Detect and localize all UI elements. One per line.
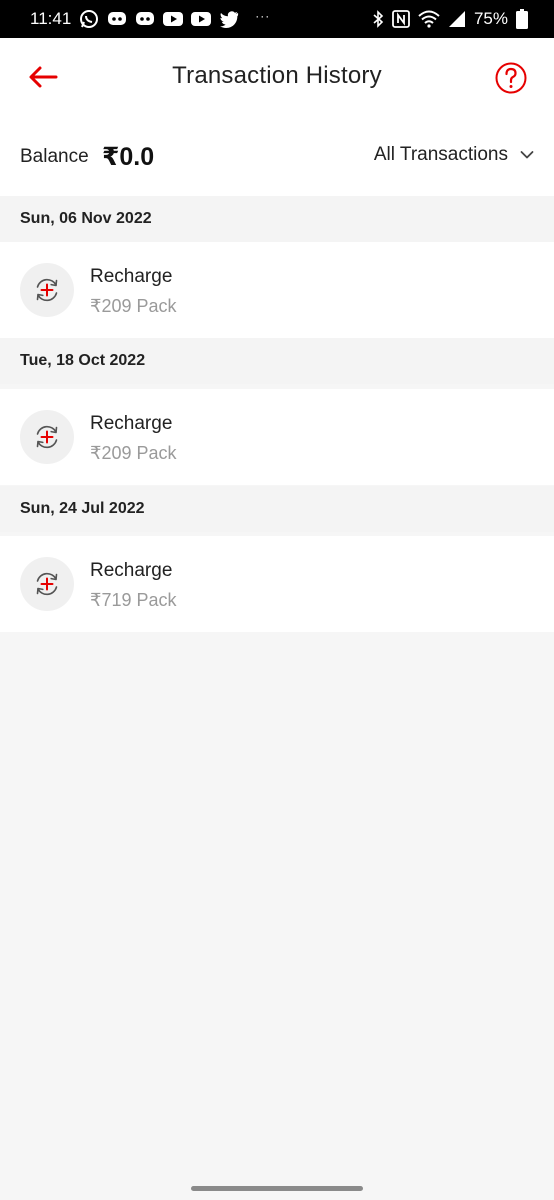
status-bar: 11:41 ··· 75%	[0, 0, 554, 38]
nfc-icon	[392, 10, 410, 28]
chevron-down-icon	[520, 151, 534, 159]
transaction-subtitle: ₹209 Pack	[90, 296, 177, 316]
transaction-subtitle: ₹209 Pack	[90, 443, 177, 463]
transaction-title: Recharge	[90, 413, 173, 434]
help-button[interactable]	[494, 61, 528, 95]
bluetooth-icon	[372, 10, 384, 28]
home-indicator[interactable]	[191, 1186, 363, 1191]
date-header: Sun, 06 Nov 2022	[0, 196, 554, 242]
discord-icon	[135, 10, 155, 28]
filter-selected-label: All Transactions	[373, 144, 508, 165]
transaction-row[interactable]: Recharge ₹209 Pack	[0, 389, 554, 485]
transaction-subtitle: ₹719 Pack	[90, 590, 177, 610]
date-header: Sun, 24 Jul 2022	[0, 486, 554, 532]
balance-label: Balance	[20, 146, 89, 167]
discord-icon	[107, 10, 127, 28]
battery-percent: 75%	[473, 9, 508, 28]
balance-row: Balance ₹0.0 All Transactions	[0, 118, 554, 196]
recharge-icon	[20, 557, 74, 611]
transaction-row[interactable]: Recharge ₹719 Pack	[0, 536, 554, 632]
more-notifications-icon: ···	[255, 9, 271, 23]
signal-icon	[448, 10, 466, 28]
wifi-icon	[418, 10, 440, 28]
recharge-icon	[20, 263, 74, 317]
battery-icon	[516, 9, 528, 29]
transaction-filter-dropdown[interactable]: All Transactions	[374, 144, 534, 166]
page-title: Transaction History	[172, 62, 382, 89]
whatsapp-icon	[79, 9, 99, 29]
status-time: 11:41	[30, 9, 72, 28]
date-header: Tue, 18 Oct 2022	[0, 338, 554, 384]
help-icon	[495, 62, 527, 94]
youtube-icon	[163, 11, 184, 27]
balance-value: ₹0.0	[102, 143, 155, 171]
app-header: Transaction History	[0, 38, 554, 118]
recharge-icon	[20, 410, 74, 464]
twitter-icon	[219, 10, 239, 28]
youtube-icon	[191, 11, 212, 27]
transaction-title: Recharge	[90, 560, 173, 581]
transaction-title: Recharge	[90, 266, 173, 287]
transaction-row[interactable]: Recharge ₹209 Pack	[0, 242, 554, 338]
